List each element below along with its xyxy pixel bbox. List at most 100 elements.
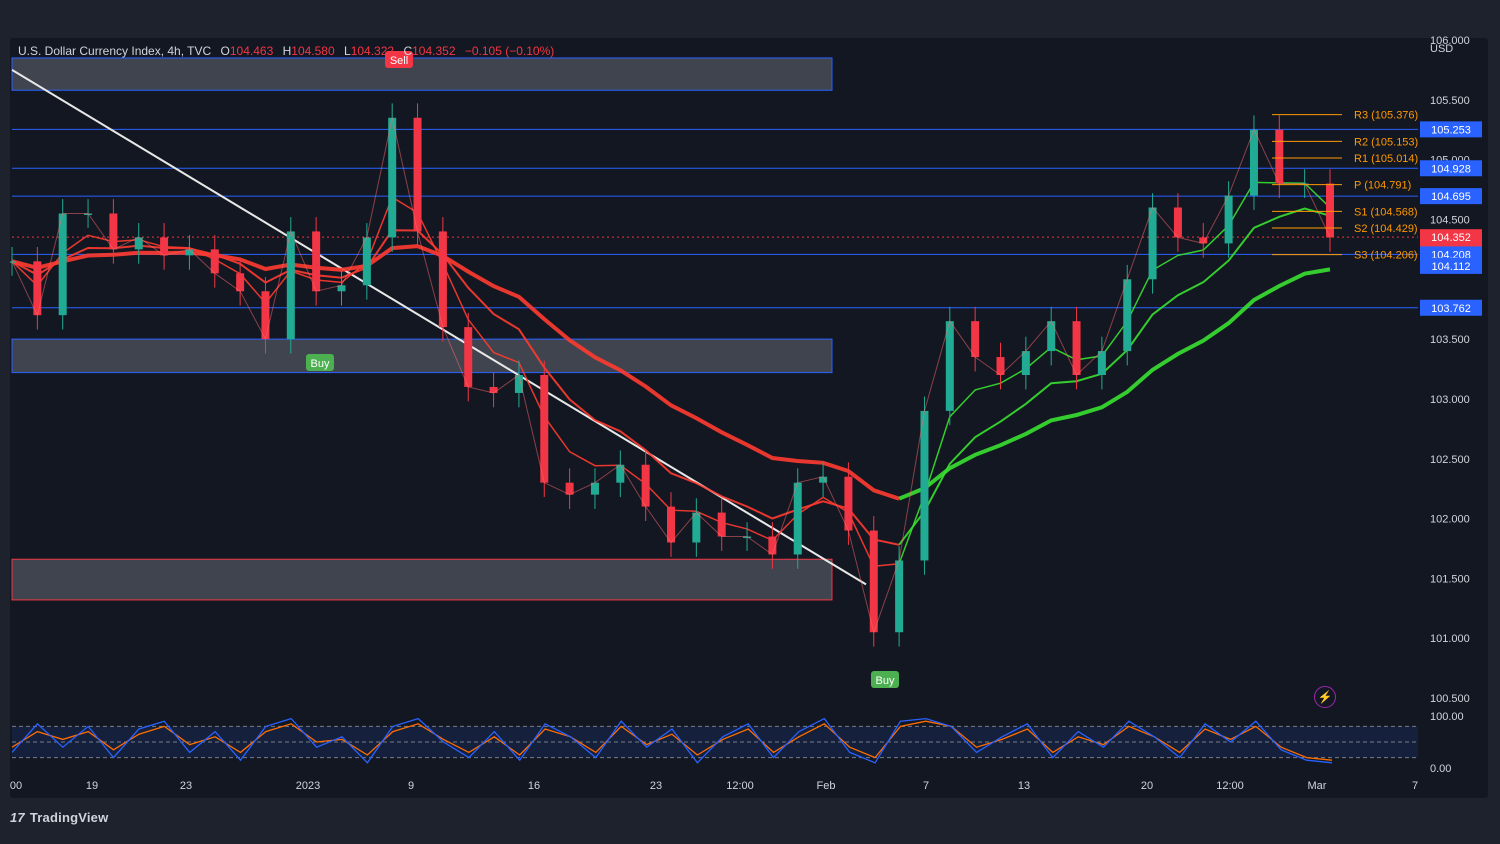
- signal-text: Buy: [311, 358, 330, 370]
- pivots-layer: R3 (105.376) R2 (105.153) R1 (105.014) P (1…: [1272, 110, 1418, 262]
- candle-body: [692, 512, 701, 543]
- oscillator-pane: 100.00 0.00: [11, 711, 1464, 775]
- candle-body: [1047, 321, 1056, 352]
- legend-header: U.S. Dollar Currency Index, 4h, TVC O104…: [18, 44, 554, 58]
- candle-body: [33, 261, 42, 316]
- pivot-label: S3 (104.206): [1354, 250, 1418, 262]
- close-value: 104.352: [412, 44, 456, 58]
- candle-body: [160, 237, 169, 256]
- ema-mid-line-bear: [11, 229, 900, 546]
- candle-body: [1072, 321, 1081, 375]
- y-tick-label: 100.500: [1430, 693, 1470, 705]
- candle-body: [667, 506, 675, 543]
- price-tag-text: 105.253: [1431, 124, 1471, 136]
- price-tag-text: 104.928: [1431, 163, 1471, 175]
- tradingview-brand[interactable]: 17 TradingView: [10, 810, 108, 825]
- candle-body: [514, 375, 523, 393]
- candle-body: [438, 231, 447, 328]
- zone-box: [11, 57, 833, 91]
- x-tick-label: 7: [923, 780, 929, 792]
- y-tick-label: 102.000: [1430, 514, 1470, 526]
- tradingview-logo-icon: 17: [10, 810, 25, 825]
- ema-fast-line-bull: [898, 181, 1331, 564]
- candle-body: [362, 237, 371, 286]
- candle-body: [971, 321, 980, 358]
- candle-body: [869, 530, 878, 633]
- candle-body: [1249, 129, 1258, 196]
- symbol-line[interactable]: U.S. Dollar Currency Index, 4h, TVC: [18, 44, 211, 58]
- price-tag: 103.762: [1420, 299, 1482, 316]
- osc-y-tick-label: 100.00: [1430, 711, 1464, 723]
- candle-body: [1173, 207, 1182, 238]
- candle-body: [1275, 129, 1284, 184]
- candle-body: [641, 464, 650, 507]
- osc-y-tick-label: 0.00: [1430, 763, 1451, 775]
- candle-body: [945, 321, 954, 411]
- x-tick-label: 12:00: [726, 780, 754, 792]
- pivot-label: P (104.791): [1354, 180, 1411, 192]
- y-tick-label: 102.500: [1430, 454, 1470, 466]
- candle-body: [236, 273, 245, 292]
- x-tick-label: 13: [1018, 780, 1030, 792]
- candle-body: [261, 291, 270, 340]
- x-tick-label: 19: [86, 780, 98, 792]
- open-label: O: [220, 44, 230, 58]
- candle-body: [793, 482, 802, 555]
- signal-text: Buy: [876, 675, 895, 687]
- currency-label: USD: [1430, 43, 1454, 55]
- low-label: L: [344, 44, 351, 58]
- candle-body: [286, 231, 295, 340]
- candle-body: [210, 249, 219, 274]
- ema-mid-line-bull: [898, 207, 1331, 546]
- x-tick-label: 16: [528, 780, 540, 792]
- candle-body: [312, 231, 321, 292]
- price-tag-text: 104.352: [1431, 232, 1471, 244]
- x-tick-label: Feb: [817, 780, 836, 792]
- candle-body: [413, 117, 422, 232]
- zones-layer: [11, 57, 833, 601]
- candle-body: [109, 213, 118, 250]
- candle-body: [1224, 195, 1233, 244]
- candle-body: [895, 560, 904, 633]
- y-tick-label: 104.500: [1430, 214, 1470, 226]
- x-tick-label: 9: [408, 780, 414, 792]
- candle-body: [464, 327, 473, 387]
- price-tag-text: 104.695: [1431, 191, 1471, 203]
- candle-body: [717, 512, 726, 537]
- pivot-label: R1 (105.014): [1354, 153, 1418, 165]
- open-value: 104.463: [229, 44, 274, 58]
- y-tick-label: 103.000: [1430, 394, 1470, 406]
- level-lines-layer: [12, 128, 1418, 309]
- high-label: H: [282, 44, 292, 58]
- y-tick-label: 101.000: [1430, 633, 1470, 645]
- candle-body: [844, 476, 853, 531]
- x-tick-label: 00: [10, 780, 22, 792]
- price-tag: 104.695: [1420, 188, 1482, 205]
- price-tag: 104.112: [1420, 257, 1482, 274]
- x-tick-label: 7: [1412, 780, 1418, 792]
- time-axis: 00 19 23 2023 9 16 23 12:00 Feb 7 13 20 12:00 Mar 7: [10, 780, 1418, 792]
- x-tick-label: Mar: [1308, 780, 1327, 792]
- candle-body: [1123, 279, 1132, 352]
- candle-body: [1097, 351, 1106, 375]
- candle-body: [1148, 207, 1157, 280]
- candle-body: [540, 375, 549, 483]
- price-chart[interactable]: R3 (105.376) R2 (105.153) R1 (105.014) P (1…: [0, 0, 1500, 844]
- price-tag-text: 104.112: [1432, 261, 1471, 273]
- ema-slow-line-bull: [898, 267, 1331, 501]
- price-tag-text: 103.762: [1431, 303, 1471, 315]
- buy-signal-label: Buy: [306, 354, 334, 371]
- candle-body: [1326, 183, 1334, 238]
- zone-box: [11, 558, 833, 601]
- x-tick-label: 2023: [296, 780, 320, 792]
- x-tick-label: 23: [180, 780, 192, 792]
- x-tick-label: 23: [650, 780, 662, 792]
- x-tick-label: 20: [1141, 780, 1153, 792]
- change-value: −0.105 (−0.10%): [464, 44, 555, 58]
- candle-body: [616, 464, 625, 483]
- price-tag: 105.253: [1420, 121, 1482, 138]
- buy-signal-label: Buy: [871, 671, 899, 688]
- pivot-label: S1 (104.568): [1354, 206, 1418, 218]
- high-value: 104.580: [291, 44, 335, 58]
- lightning-icon[interactable]: ⚡: [1314, 686, 1336, 708]
